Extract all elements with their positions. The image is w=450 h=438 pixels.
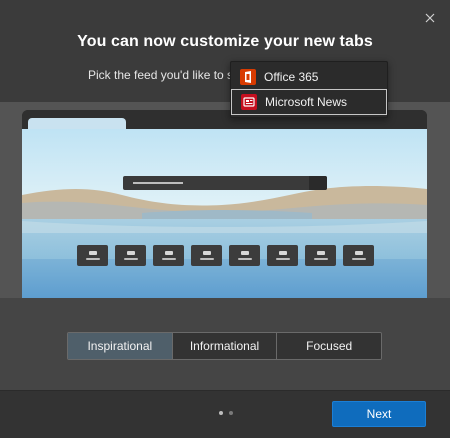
preview-quick-links <box>77 245 374 266</box>
close-button[interactable] <box>420 8 440 28</box>
page-dot-current <box>219 411 223 415</box>
feed-option-label: Microsoft News <box>265 95 348 109</box>
preview-quick-link <box>115 245 146 266</box>
feed-option-label: Office 365 <box>264 70 319 84</box>
dialog-subtitle: Pick the feed you'd like to see <box>88 68 238 82</box>
feed-option-microsoft-news[interactable]: Microsoft News <box>231 89 387 115</box>
next-button[interactable]: Next <box>332 401 426 427</box>
layout-option-inspirational[interactable]: Inspirational <box>68 333 173 359</box>
layout-option-focused[interactable]: Focused <box>277 333 381 359</box>
feed-dropdown-menu: Office 365 Microsoft News <box>230 61 388 118</box>
page-indicator <box>219 411 233 415</box>
preview-quick-link <box>267 245 298 266</box>
preview-quick-link <box>229 245 260 266</box>
preview-quick-link <box>191 245 222 266</box>
preview-background-image <box>22 129 427 298</box>
new-tab-preview <box>22 110 427 298</box>
preview-quick-link <box>305 245 336 266</box>
preview-quick-link <box>343 245 374 266</box>
page-dot <box>229 411 233 415</box>
dialog-title: You can now customize your new tabs <box>77 33 373 50</box>
close-icon <box>425 13 435 23</box>
feed-option-office-365[interactable]: Office 365 <box>231 64 387 90</box>
microsoft-news-icon <box>241 94 257 110</box>
layout-selector: Inspirational Informational Focused <box>67 332 382 360</box>
office-365-icon <box>240 69 256 85</box>
preview-quick-link <box>153 245 184 266</box>
preview-quick-link <box>77 245 108 266</box>
layout-option-informational[interactable]: Informational <box>172 333 278 359</box>
preview-search-bar <box>123 176 327 190</box>
